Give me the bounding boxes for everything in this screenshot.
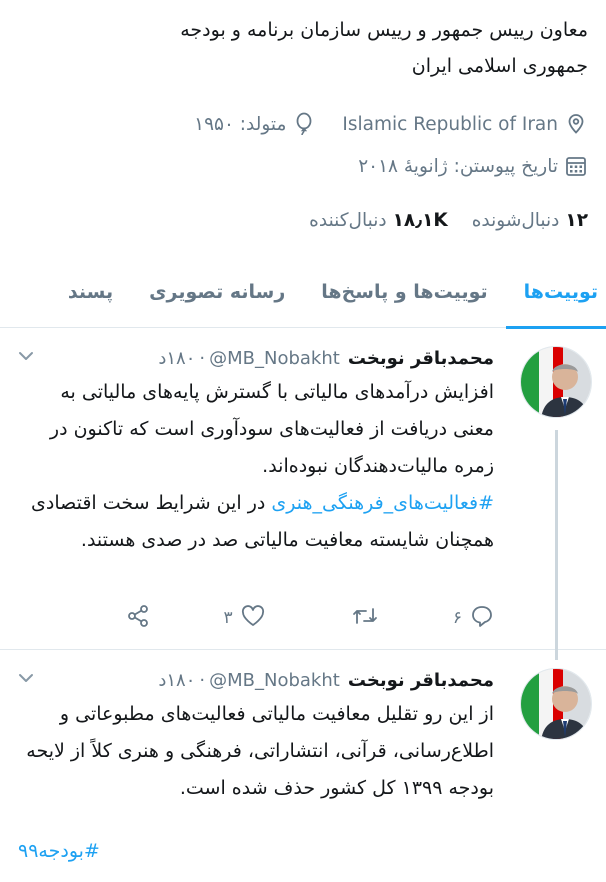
tweet-author-handle[interactable]: @MB_Nobakht (209, 348, 340, 369)
profile-joined-row: تاریخ پیوستن: ژانویهٔ ۲۰۱۸ (18, 148, 588, 184)
avatar[interactable] (520, 668, 592, 740)
avatar[interactable] (520, 346, 592, 418)
profile-joined: تاریخ پیوستن: ژانویهٔ ۲۰۱۸ (358, 155, 558, 177)
balloon-icon (292, 112, 316, 136)
map-pin-icon (564, 112, 588, 136)
tweet-timestamp[interactable]: ۱۸۰د (158, 670, 195, 691)
tweet-text-part: افزایش درآمدهای مالیاتی با گسترش پایه‌ها… (49, 381, 494, 477)
tab-tweets-and-replies[interactable]: توییت‌ها و پاسخ‌ها (303, 258, 505, 328)
followers-label: دنبال‌کننده (309, 209, 387, 231)
tweet[interactable]: محمدباقر نوبخت @MB_Nobakht · ۱۸۰د از این… (0, 652, 606, 882)
profile-born: متولد: ۱۹۵۰ (194, 113, 287, 135)
following-label: دنبال‌شونده (471, 209, 560, 231)
tweet-author-handle[interactable]: @MB_Nobakht (209, 670, 340, 691)
tweet-author-name[interactable]: محمدباقر نوبخت (348, 670, 494, 691)
thread-line (555, 430, 558, 660)
profile-tabs: توییت‌ها توییت‌ها و پاسخ‌ها رسانه تصویری… (0, 258, 606, 329)
calendar-icon (564, 154, 588, 178)
tweet-text: از این رو تقلیل معافیت مالیاتی فعالیت‌ها… (26, 703, 494, 799)
like-button[interactable]: ۳ (205, 604, 265, 632)
tweet[interactable]: محمدباقر نوبخت @MB_Nobakht · ۱۸۰د افزایش… (0, 330, 606, 660)
retweet-icon (351, 605, 379, 632)
profile-bio: معاون رییس جمهور و رییس سازمان برنامه و … (18, 12, 588, 84)
tweet-header: محمدباقر نوبخت @MB_Nobakht · ۱۸۰د (158, 347, 494, 369)
tweet-actions: ۶ ۳ (90, 602, 494, 634)
followers-count: ۱۸٫۱K (392, 209, 448, 231)
following-count: ۱۲ (565, 209, 588, 231)
like-count: ۳ (223, 608, 233, 628)
tab-tweets[interactable]: توییت‌ها (505, 258, 606, 329)
tab-media[interactable]: رسانه تصویری (131, 258, 303, 328)
tweet-author-name[interactable]: محمدباقر نوبخت (348, 348, 494, 369)
retweet-button[interactable] (319, 605, 379, 632)
profile-location-row: Islamic Republic of Iran متولد: ۱۹۵۰ (18, 104, 588, 144)
reply-icon (470, 605, 494, 632)
share-icon (126, 604, 150, 633)
reply-button[interactable]: ۶ (434, 605, 494, 632)
chevron-down-icon[interactable] (16, 346, 36, 366)
heart-icon (241, 604, 265, 632)
tab-likes[interactable]: پسند (50, 258, 131, 328)
followers-link[interactable]: ۱۸٫۱Kدنبال‌کننده (309, 210, 448, 231)
bio-line-1: معاون رییس جمهور و رییس سازمان برنامه و … (180, 19, 588, 41)
chevron-down-icon[interactable] (16, 668, 36, 688)
profile-follow-counts: ۱۲دنبال‌شونده ۱۸٫۱Kدنبال‌کننده (18, 200, 588, 240)
tweet-header: محمدباقر نوبخت @MB_Nobakht · ۱۸۰د (158, 669, 494, 691)
tweet-text: افزایش درآمدهای مالیاتی با گسترش پایه‌ها… (18, 374, 494, 559)
hashtag-link[interactable]: #فعالیت‌های_فرهنگی_هنری (271, 492, 494, 514)
bio-line-2: جمهوری اسلامی ایران (411, 55, 588, 77)
profile-location: Islamic Republic of Iran (342, 113, 558, 135)
hashtag-link[interactable]: #بودجه۹۹ (18, 840, 100, 862)
tweet-timestamp[interactable]: ۱۸۰د (158, 348, 195, 369)
share-button[interactable] (90, 604, 150, 633)
reply-count: ۶ (452, 608, 462, 628)
following-link[interactable]: ۱۲دنبال‌شونده (472, 210, 588, 231)
